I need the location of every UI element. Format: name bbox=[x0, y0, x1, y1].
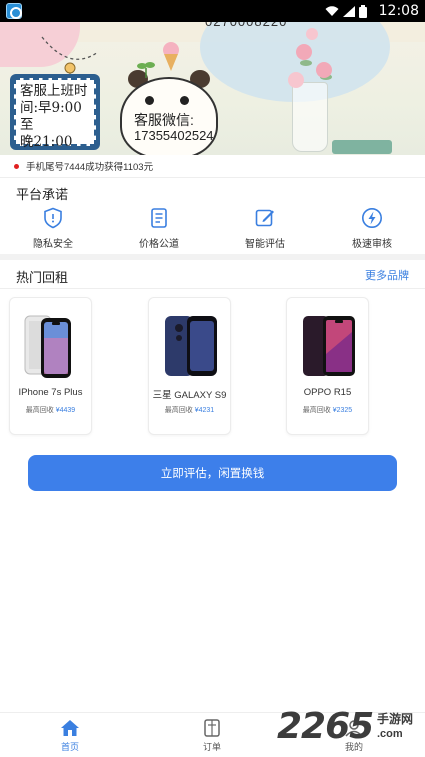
section-gap bbox=[0, 254, 425, 260]
service-hours-line-2: 间:早9:00至 bbox=[20, 100, 82, 133]
galaxy-image bbox=[165, 316, 217, 376]
promise-fast-review[interactable]: 极速审核 bbox=[327, 207, 417, 250]
service-hours-sign: 客服上班时 间:早9:00至 晚21:00 bbox=[10, 74, 100, 150]
product-name: 三星 GALAXY S9 bbox=[152, 390, 227, 401]
product-price-line: 最高回收 ¥4439 bbox=[10, 405, 91, 415]
product-price: ¥4231 bbox=[194, 407, 215, 414]
home-icon bbox=[61, 720, 79, 736]
sprout-icon bbox=[137, 62, 155, 78]
product-card-galaxy[interactable]: 三星 GALAXY S9 最高回收 ¥4231 bbox=[148, 297, 231, 435]
product-name: IPhone 7s Plus bbox=[18, 387, 83, 398]
service-hours-line-1: 客服上班时 bbox=[20, 83, 88, 99]
watermark-text: 手游网 bbox=[377, 712, 414, 726]
product-price: ¥4439 bbox=[55, 407, 76, 414]
status-time: 12:08 bbox=[378, 3, 419, 19]
promise-label: 隐私安全 bbox=[33, 239, 73, 250]
hot-title: 热门回租 bbox=[16, 270, 69, 285]
status-bar: 12:08 bbox=[0, 0, 425, 22]
battery-icon bbox=[359, 5, 367, 18]
tab-orders-label: 订单 bbox=[202, 742, 221, 752]
product-name: OPPO R15 bbox=[303, 387, 352, 398]
promise-label: 智能评估 bbox=[245, 239, 285, 250]
service-hours-line-3: 晚21:00 bbox=[20, 134, 73, 150]
promise-label: 价格公道 bbox=[139, 239, 179, 250]
wifi-icon bbox=[325, 6, 339, 16]
promise-label: 极速审核 bbox=[352, 239, 392, 250]
price-label: 最高回收 bbox=[302, 407, 331, 414]
flower-2 bbox=[316, 62, 332, 78]
product-price-line: 最高回收 ¥2325 bbox=[287, 405, 368, 415]
watermark-number: 2265 bbox=[277, 706, 374, 747]
ticker-dot-icon bbox=[14, 163, 19, 169]
iphone-image bbox=[24, 315, 71, 378]
evaluate-button[interactable]: 立即评估，闲置换钱 bbox=[28, 455, 397, 491]
flower-vase bbox=[292, 82, 328, 152]
ticker-text: 手机尾号7444成功获得1103元 bbox=[26, 162, 154, 173]
app-icon bbox=[6, 3, 22, 19]
product-card-oppo[interactable]: OPPO R15 最高回收 ¥2325 bbox=[286, 297, 369, 435]
ticker-divider bbox=[0, 177, 425, 178]
system-icons bbox=[325, 5, 367, 18]
news-ticker: 手机尾号7444成功获得1103元 bbox=[0, 155, 425, 177]
oppo-image bbox=[303, 316, 355, 376]
tab-home-label: 首页 bbox=[60, 742, 79, 752]
flower-3 bbox=[288, 72, 304, 88]
hot-divider bbox=[0, 288, 425, 289]
leaf-1 bbox=[300, 60, 312, 66]
wechat-label: 客服微信: bbox=[134, 112, 194, 128]
price-label: 最高回收 bbox=[164, 407, 193, 414]
decor-box bbox=[332, 140, 392, 154]
tab-home[interactable]: 首页 bbox=[40, 719, 100, 753]
product-card-iphone[interactable]: IPhone 7s Plus 最高回收 ¥4439 bbox=[9, 297, 92, 435]
promises-row: 隐私安全 价格公道 智能评估 极速审核 bbox=[0, 207, 425, 251]
promises-title: 平台承诺 bbox=[16, 187, 69, 202]
site-watermark: 2265 手游网 .com bbox=[277, 706, 423, 754]
watermark-url: .com bbox=[377, 728, 403, 740]
shield-icon bbox=[44, 207, 62, 229]
wechat-number: 17355402524 bbox=[134, 128, 214, 143]
panda-eye-right bbox=[180, 96, 189, 105]
flower-4 bbox=[306, 28, 318, 40]
promo-banner[interactable]: 0270008220 客服上班时 间:早9:00至 晚21:00 客服微信: 1… bbox=[0, 22, 425, 155]
wechat-contact: 客服微信: 17355402524 bbox=[134, 112, 214, 144]
price-label: 最高回收 bbox=[25, 407, 54, 414]
product-price-line: 最高回收 ¥4231 bbox=[149, 405, 230, 415]
order-icon bbox=[204, 719, 220, 737]
ice-cream-icon bbox=[163, 42, 179, 71]
promise-smart-eval[interactable]: 智能评估 bbox=[220, 207, 310, 250]
signal-icon bbox=[343, 6, 355, 17]
more-brands-link[interactable]: 更多品牌 bbox=[365, 267, 409, 283]
lightning-icon bbox=[362, 208, 382, 228]
tab-orders[interactable]: 订单 bbox=[182, 719, 242, 753]
product-price: ¥2325 bbox=[332, 407, 353, 414]
flower-1 bbox=[296, 44, 312, 60]
service-hours-sign-inner: 客服上班时 间:早9:00至 晚21:00 bbox=[14, 78, 96, 150]
edit-icon bbox=[255, 209, 274, 227]
banner-phone-number: 0270008220 bbox=[205, 22, 287, 29]
promise-privacy[interactable]: 隐私安全 bbox=[8, 207, 98, 250]
promise-fair-price[interactable]: 价格公道 bbox=[114, 207, 204, 250]
document-icon bbox=[151, 208, 167, 228]
panda-eye-left bbox=[145, 96, 154, 105]
